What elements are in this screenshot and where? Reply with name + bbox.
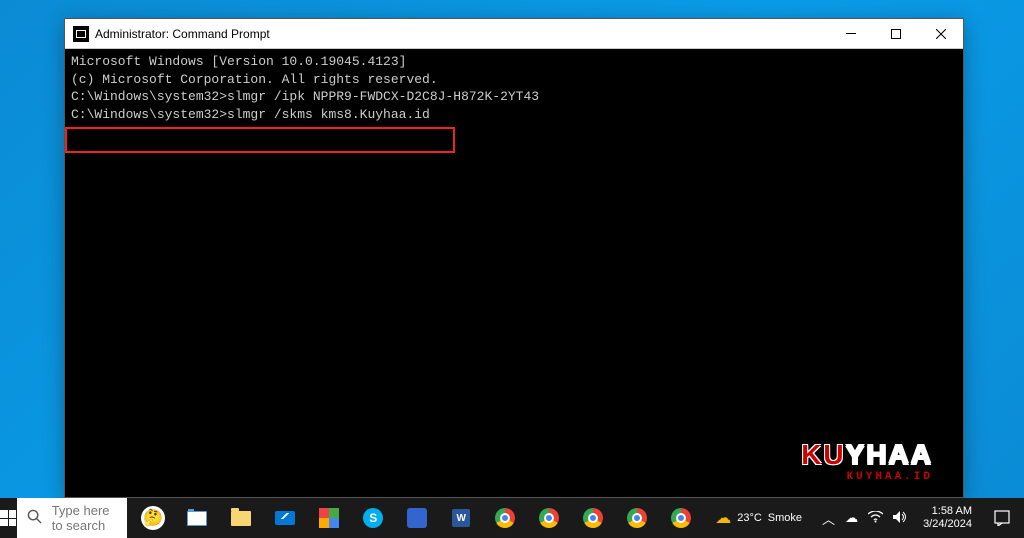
weather-temp: 23°C (737, 512, 762, 524)
chrome-icon (583, 508, 603, 528)
file-explorer-icon (187, 511, 207, 526)
word-icon: W (452, 509, 470, 527)
weather-widget[interactable]: ☁ 23°C Smoke (703, 498, 814, 538)
clock-time: 1:58 AM (923, 505, 972, 518)
colorful-icon (319, 508, 339, 528)
weather-condition: Smoke (768, 512, 802, 524)
terminal-line: Microsoft Windows [Version 10.0.19045.41… (71, 53, 957, 71)
start-button[interactable] (0, 498, 17, 538)
skype-icon: S (363, 508, 383, 528)
window-title: Administrator: Command Prompt (95, 27, 828, 41)
terminal-line: C:\Windows\system32>slmgr /ipk NPPR9-FWD… (71, 88, 957, 106)
notification-icon (994, 510, 1010, 526)
taskbar-app-chrome5[interactable] (659, 498, 703, 538)
window-controls (828, 19, 963, 48)
terminal-line: (c) Microsoft Corporation. All rights re… (71, 71, 957, 89)
watermark: KUYHAA KUYHAA.ID (801, 436, 933, 485)
maximize-button[interactable] (873, 19, 918, 48)
folder-icon (231, 511, 251, 526)
app-icon (407, 508, 427, 528)
mail-icon (275, 511, 295, 525)
taskbar-app-chrome3[interactable] (571, 498, 615, 538)
chrome-icon (671, 508, 691, 528)
chevron-up-icon[interactable]: ︿ (822, 509, 835, 528)
taskbar-app-chrome4[interactable] (615, 498, 659, 538)
taskbar-app-folder[interactable] (219, 498, 263, 538)
close-button[interactable] (918, 19, 963, 48)
system-tray: ☁ 23°C Smoke ︿ ☁ 1:58 AM 3/24/2024 (703, 498, 1024, 538)
taskbar-app-word[interactable]: W (439, 498, 483, 538)
notifications-button[interactable] (980, 498, 1024, 538)
chrome-icon (539, 508, 559, 528)
chrome-icon (627, 508, 647, 528)
taskbar-app-skype[interactable]: S (351, 498, 395, 538)
taskbar-app-chrome1[interactable] (483, 498, 527, 538)
terminal-body[interactable]: Microsoft Windows [Version 10.0.19045.41… (65, 49, 963, 497)
weather-icon: ☁ (715, 508, 731, 528)
search-placeholder: Type here to search (52, 503, 118, 533)
taskbar-app-mail[interactable] (263, 498, 307, 538)
cmd-icon (73, 26, 89, 42)
titlebar[interactable]: Administrator: Command Prompt (65, 19, 963, 49)
watermark-main: KUYHAA (801, 436, 933, 474)
tray-icons: ︿ ☁ (814, 509, 915, 528)
search-icon (27, 509, 42, 527)
volume-icon[interactable] (893, 511, 907, 526)
highlight-annotation (65, 127, 455, 153)
task-icons: 🤔 S W (131, 498, 703, 538)
wifi-icon[interactable] (868, 511, 883, 526)
taskbar-app-generic1[interactable] (395, 498, 439, 538)
taskbar-app-chrome2[interactable] (527, 498, 571, 538)
chrome-icon (495, 508, 515, 528)
minimize-button[interactable] (828, 19, 873, 48)
taskbar-search[interactable]: Type here to search (17, 498, 128, 538)
people-icon: 🤔 (141, 506, 165, 530)
windows-logo-icon (0, 510, 16, 526)
taskbar: Type here to search 🤔 S W ☁ 23°C Smoke ︿… (0, 498, 1024, 538)
taskbar-app-utility[interactable] (307, 498, 351, 538)
taskbar-app-people[interactable]: 🤔 (131, 498, 175, 538)
command-prompt-window: Administrator: Command Prompt Microsoft … (64, 18, 964, 498)
taskbar-clock[interactable]: 1:58 AM 3/24/2024 (915, 505, 980, 531)
terminal-line: C:\Windows\system32>slmgr /skms kms8.Kuy… (71, 106, 957, 124)
clock-date: 3/24/2024 (923, 518, 972, 531)
taskbar-app-explorer[interactable] (175, 498, 219, 538)
onedrive-icon[interactable]: ☁ (845, 510, 858, 526)
